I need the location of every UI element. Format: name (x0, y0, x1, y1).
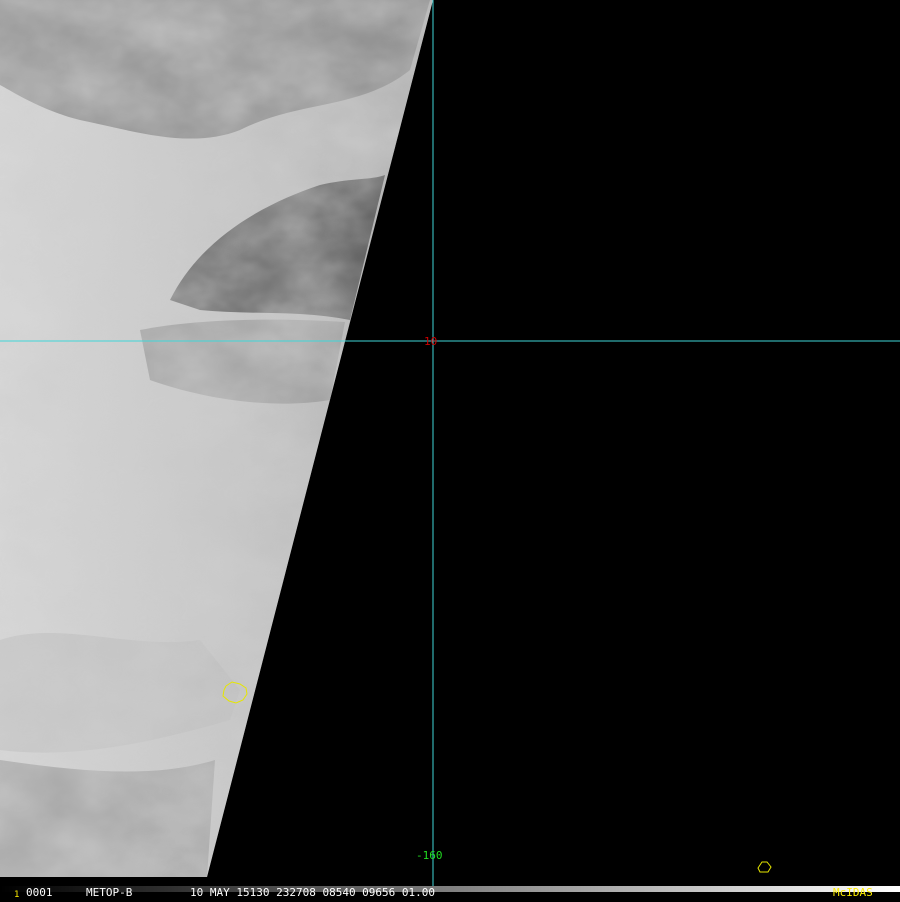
software-label: McIDAS (833, 886, 873, 899)
frame-id: 0001 (26, 886, 53, 899)
longitude-label: -160 (416, 849, 443, 862)
satellite-image: 10 -160 (0, 0, 900, 900)
satellite-image-viewport: 10 -160 1 0001 METOP-B 10 MAY 15130 2327… (0, 0, 900, 900)
latitude-label: 10 (424, 335, 437, 348)
image-timestamp: 10 MAY 15130 232708 08540 09656 01.00 (190, 886, 436, 899)
satellite-name: METOP-B (86, 886, 133, 899)
grayscale-bar (0, 886, 900, 892)
status-bar: 1 0001 METOP-B 10 MAY 15130 232708 08540… (0, 886, 900, 900)
